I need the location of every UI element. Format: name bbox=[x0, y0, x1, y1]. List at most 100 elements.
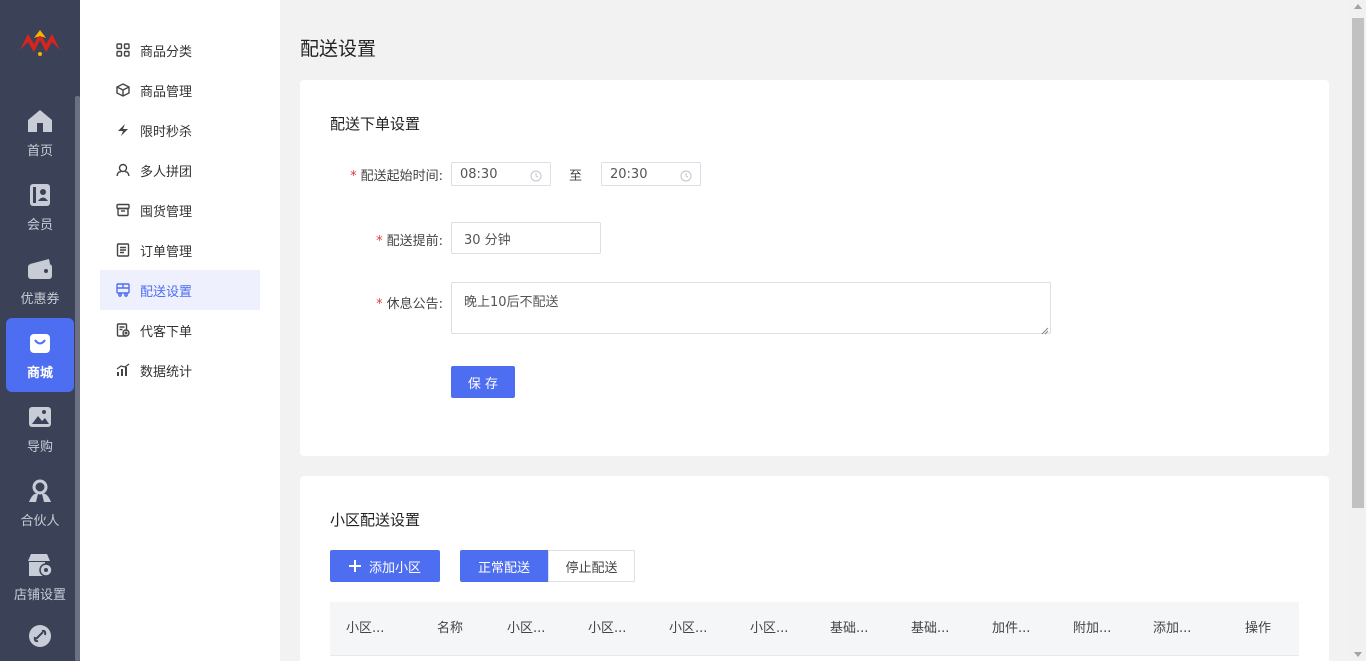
plus-icon bbox=[348, 560, 361, 572]
submenu-item-orders[interactable]: 订单管理 bbox=[100, 230, 260, 270]
notice-textarea[interactable]: 晚上10后不配送 bbox=[451, 282, 1051, 335]
proxy-order-icon bbox=[116, 323, 130, 337]
submenu-label: 商品分类 bbox=[140, 44, 193, 60]
rail-item-coupon[interactable]: 优惠券 bbox=[6, 244, 74, 318]
submenu-item-stock[interactable]: 囤货管理 bbox=[100, 190, 260, 230]
submenu-item-group-buy[interactable]: 多人拼团 bbox=[100, 150, 260, 190]
submenu-item-category[interactable]: 商品分类 bbox=[100, 30, 260, 70]
column-header[interactable]: 小区... bbox=[588, 602, 626, 656]
advance-label: * 配送提前: bbox=[340, 230, 443, 249]
submenu-label: 多人拼团 bbox=[140, 164, 193, 180]
order-settings-card: 配送下单设置 * 配送起始时间: 08:30 至 20:30 * 配送提前: 30 … bbox=[300, 80, 1329, 456]
coupon-icon bbox=[27, 256, 53, 282]
required-mark: * bbox=[376, 234, 383, 249]
rail-item-member[interactable]: 会员 bbox=[6, 170, 74, 244]
clock-icon bbox=[530, 170, 544, 184]
page-scrollbar[interactable] bbox=[1350, 0, 1366, 661]
home-icon bbox=[27, 108, 53, 134]
flash-icon bbox=[116, 123, 130, 137]
rail-item-label: 优惠券 bbox=[20, 291, 60, 307]
rail-item-label: 首页 bbox=[26, 143, 53, 159]
submenu-label: 商品管理 bbox=[140, 84, 193, 100]
order-icon bbox=[116, 243, 130, 257]
column-header[interactable]: 加件... bbox=[992, 602, 1030, 656]
required-mark: * bbox=[376, 297, 383, 312]
community-settings-card: 小区配送设置 添加小区 正常配送 停止配送 小区... 名称 小区... 小区.… bbox=[300, 476, 1329, 661]
main-nav-rail: 首页 会员 优惠券 商城 导购 合伙人 店铺设置 bbox=[0, 0, 80, 661]
rail-item-label: 店铺设置 bbox=[13, 587, 66, 603]
add-community-button[interactable]: 添加小区 bbox=[330, 550, 440, 582]
page-title: 配送设置 bbox=[300, 38, 377, 60]
submenu-item-delivery[interactable]: 配送设置 bbox=[100, 270, 260, 310]
column-header[interactable]: 小区... bbox=[346, 602, 384, 656]
column-header[interactable]: 小区... bbox=[507, 602, 545, 656]
advance-value: 30 分钟 bbox=[464, 232, 511, 248]
rail-item-store-settings[interactable]: 店铺设置 bbox=[6, 540, 74, 614]
end-time-input[interactable]: 20:30 bbox=[601, 162, 701, 186]
submenu-item-proxy-order[interactable]: 代客下单 bbox=[100, 310, 260, 350]
save-button[interactable]: 保 存 bbox=[451, 366, 515, 398]
submenu-label: 订单管理 bbox=[140, 244, 193, 260]
submenu-label: 配送设置 bbox=[140, 284, 193, 300]
tab-stop-delivery[interactable]: 停止配送 bbox=[548, 550, 635, 582]
rail-item-shop[interactable]: 商城 bbox=[6, 318, 74, 392]
column-header[interactable]: 基础... bbox=[911, 602, 949, 656]
start-time-value: 08:30 bbox=[460, 166, 498, 182]
resize-handle-icon[interactable] bbox=[1041, 324, 1049, 335]
sub-menu: 商品分类 商品管理 限时秒杀 多人拼团 囤货管理 订单管理 配送设置 代客下单 … bbox=[80, 0, 280, 661]
column-header[interactable]: 名称 bbox=[437, 602, 463, 656]
to-separator: 至 bbox=[569, 169, 583, 184]
community-table-header: 小区... 名称 小区... 小区... 小区... 小区... 基础... 基… bbox=[330, 602, 1299, 656]
rail-item-home[interactable]: 首页 bbox=[6, 96, 74, 170]
add-community-label: 添加小区 bbox=[368, 560, 421, 576]
submenu-item-products[interactable]: 商品管理 bbox=[100, 70, 260, 110]
advance-minutes-input[interactable]: 30 分钟 bbox=[451, 222, 601, 254]
store-settings-icon bbox=[27, 552, 53, 578]
notice-label-text: 休息公告: bbox=[386, 297, 443, 312]
submenu-label: 囤货管理 bbox=[140, 204, 193, 220]
group-icon bbox=[116, 163, 130, 177]
guide-image-icon bbox=[27, 404, 53, 430]
column-header[interactable]: 操作 bbox=[1245, 602, 1271, 656]
submenu-item-statistics[interactable]: 数据统计 bbox=[100, 350, 260, 390]
rail-item-label: 商城 bbox=[26, 365, 53, 381]
tab-normal-delivery[interactable]: 正常配送 bbox=[460, 550, 548, 582]
advance-label-text: 配送提前: bbox=[386, 234, 443, 249]
scroll-down-icon[interactable] bbox=[1354, 652, 1362, 657]
rail-item-label: 会员 bbox=[26, 217, 53, 233]
delivery-icon bbox=[116, 283, 130, 297]
scrollbar-thumb[interactable] bbox=[1352, 18, 1364, 508]
order-settings-title: 配送下单设置 bbox=[330, 115, 421, 133]
column-header[interactable]: 添加... bbox=[1153, 602, 1191, 656]
rail-item-label: 合伙人 bbox=[20, 513, 60, 529]
rail-item-guide[interactable]: 导购 bbox=[6, 392, 74, 466]
member-icon bbox=[27, 182, 53, 208]
submenu-item-flash-sale[interactable]: 限时秒杀 bbox=[100, 110, 260, 150]
link-icon bbox=[27, 623, 53, 649]
start-time-label: * 配送起始时间: bbox=[340, 165, 443, 184]
shop-bag-icon bbox=[27, 330, 53, 356]
grid-icon bbox=[116, 43, 130, 57]
end-time-value: 20:30 bbox=[610, 166, 648, 182]
submenu-label: 数据统计 bbox=[140, 364, 193, 380]
start-time-input[interactable]: 08:30 bbox=[451, 162, 551, 186]
column-header[interactable]: 小区... bbox=[669, 602, 707, 656]
rail-item-label: 导购 bbox=[26, 439, 53, 455]
notice-label: * 休息公告: bbox=[340, 293, 443, 312]
partner-icon bbox=[27, 478, 53, 504]
clock-icon bbox=[680, 170, 694, 184]
stock-icon bbox=[116, 203, 130, 217]
submenu-label: 代客下单 bbox=[140, 324, 193, 340]
scroll-up-icon[interactable] bbox=[1354, 4, 1362, 9]
submenu-label: 限时秒杀 bbox=[140, 124, 193, 140]
brand-logo-icon bbox=[18, 28, 62, 60]
rail-item-partner[interactable]: 合伙人 bbox=[6, 466, 74, 540]
column-header[interactable]: 小区... bbox=[750, 602, 788, 656]
column-header[interactable]: 基础... bbox=[830, 602, 868, 656]
column-header[interactable]: 附加... bbox=[1073, 602, 1111, 656]
required-mark: * bbox=[350, 169, 357, 184]
start-time-label-text: 配送起始时间: bbox=[360, 169, 443, 184]
community-settings-title: 小区配送设置 bbox=[330, 511, 421, 529]
box-icon bbox=[116, 83, 130, 97]
rail-item-link[interactable] bbox=[6, 614, 74, 661]
